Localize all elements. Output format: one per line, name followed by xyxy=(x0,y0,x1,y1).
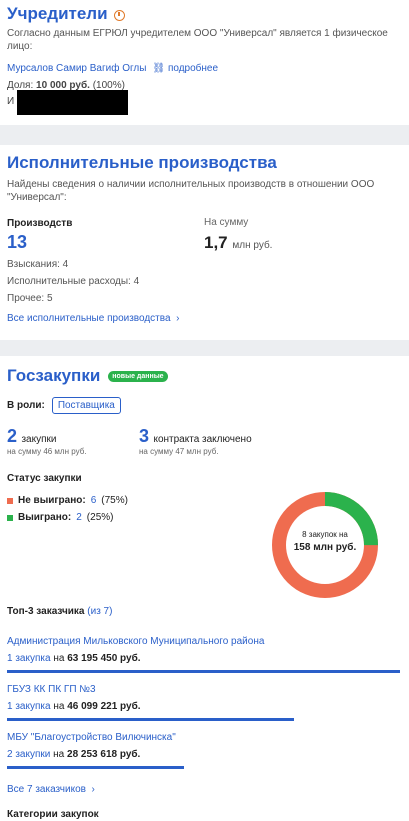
enforcement-sum-value: 1,7 xyxy=(204,233,228,252)
enforcement-sum: 1,7 млн руб. xyxy=(204,233,272,253)
enforcement-sum-unit: млн руб. xyxy=(232,240,273,251)
enforcement-description: Найдены сведения о наличии исполнительны… xyxy=(7,179,375,203)
enforcement-count-label: Производств xyxy=(7,218,73,229)
all-enforcement-link[interactable]: Все исполнительные производства › xyxy=(7,313,179,324)
clock-icon xyxy=(113,9,125,21)
enforcement-line: Взыскания: 4 xyxy=(7,259,69,270)
donut-center-text: 8 закупок на 158 млн руб. xyxy=(293,530,357,553)
legend-won-swatch xyxy=(7,514,13,521)
role-selector[interactable]: Поставщика xyxy=(51,397,121,414)
role-row: В роли: Поставщика xyxy=(7,397,121,414)
customer-name-link[interactable]: МБУ "Благоустройство Вилючинска" xyxy=(7,732,184,743)
legend-lost: Не выиграно: 6 (75%) xyxy=(7,492,128,509)
won-count-link[interactable]: 2 xyxy=(76,512,82,523)
founders-card: Учредители Согласно данным ЕГРЮЛ учредит… xyxy=(0,0,409,125)
all-customers-link[interactable]: Все 7 заказчиков › xyxy=(7,784,95,795)
status-title: Статус закупки xyxy=(7,473,82,484)
founders-header: Учредители xyxy=(7,4,125,24)
link-chain-icon: ⛓ xyxy=(152,63,166,74)
top3-of-link[interactable]: (из 7) xyxy=(87,606,112,617)
lost-count-link[interactable]: 6 xyxy=(91,495,97,506)
categories-title: Категории закупок xyxy=(7,809,99,820)
procurement-title: Госзакупки xyxy=(7,366,101,385)
procurement-header: Госзакупки новые данные xyxy=(7,366,168,386)
customer-item: ГБУЗ КК ПК ГП №3 1 закупка на 46 099 221… xyxy=(7,684,294,721)
purchases-stat: 2 закупки на сумму 46 млн руб. xyxy=(7,426,87,456)
enforcement-card: Исполнительные производства Найдены свед… xyxy=(0,145,409,340)
customer-item: Администрация Мильковского Муниципальног… xyxy=(7,636,400,673)
procurement-card: Госзакупки новые данные В роли: Поставщи… xyxy=(0,356,409,821)
customer-share-bar xyxy=(7,766,184,769)
founders-title: Учредители xyxy=(7,4,108,23)
enforcement-sum-label: На сумму xyxy=(204,217,249,228)
customer-name-link[interactable]: ГБУЗ КК ПК ГП №3 xyxy=(7,684,294,695)
enforcement-line: Прочее: 5 xyxy=(7,293,53,304)
status-legend: Не выиграно: 6 (75%) Выиграно: 2 (25%) xyxy=(7,492,128,526)
customer-item: МБУ "Благоустройство Вилючинска" 2 закуп… xyxy=(7,732,184,769)
chevron-right-icon: › xyxy=(173,313,180,324)
founder-more-link[interactable]: ⛓ подробнее xyxy=(152,63,218,74)
new-data-badge: новые данные xyxy=(108,370,168,382)
role-label: В роли: xyxy=(7,400,45,411)
top3-title: Топ-3 заказчика (из 7) xyxy=(7,606,113,617)
founder-row: Мурсалов Самир Вагиф Оглы ⛓ подробнее xyxy=(7,63,218,74)
enforcement-count-value: 13 xyxy=(7,232,28,252)
enforcement-line: Исполнительные расходы: 4 xyxy=(7,276,140,287)
customer-share-bar xyxy=(7,670,400,673)
founders-description: Согласно данным ЕГРЮЛ учредителем ООО "У… xyxy=(7,28,388,52)
redaction-block xyxy=(17,90,128,115)
legend-lost-swatch xyxy=(7,497,13,504)
contracts-stat: 3 контракта заключено на сумму 47 млн ру… xyxy=(139,426,252,456)
customer-name-link[interactable]: Администрация Мильковского Муниципальног… xyxy=(7,636,400,647)
customer-share-bar xyxy=(7,718,294,721)
chevron-right-icon: › xyxy=(88,784,95,795)
enforcement-title: Исполнительные производства xyxy=(7,153,277,172)
legend-won: Выиграно: 2 (25%) xyxy=(7,509,128,526)
founder-inn-prefix: И xyxy=(7,96,15,107)
founder-name-link[interactable]: Мурсалов Самир Вагиф Оглы xyxy=(7,63,146,74)
